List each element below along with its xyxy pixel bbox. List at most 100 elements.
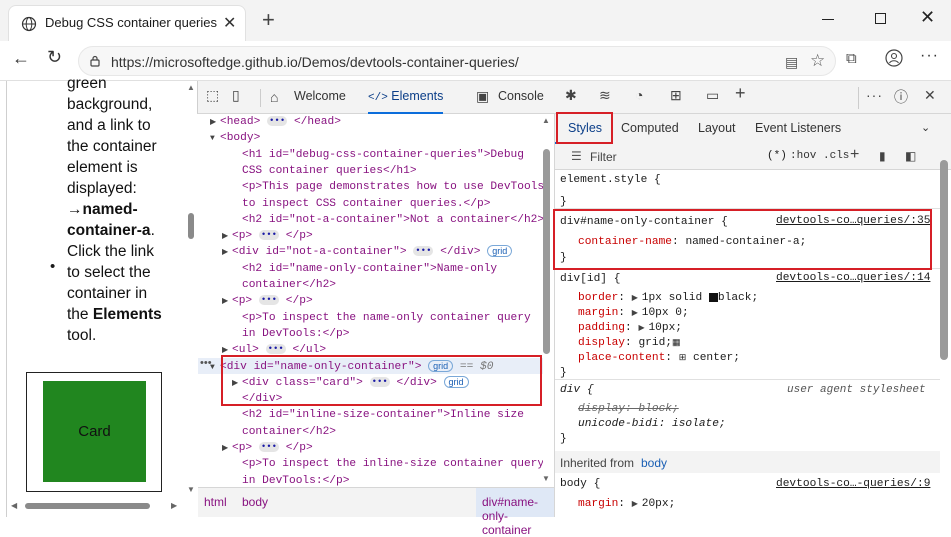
- prop-value[interactable]: 10px;: [648, 322, 682, 334]
- crumb-body[interactable]: body: [242, 495, 268, 509]
- collapsed-ellipsis-icon[interactable]: •••: [258, 442, 280, 453]
- tab-computed[interactable]: Computed: [621, 121, 679, 135]
- expand-triangle-icon[interactable]: ▶: [222, 245, 232, 261]
- grid-badge[interactable]: grid: [487, 245, 513, 258]
- dom-node-line[interactable]: in DevTools:</p>: [198, 473, 543, 487]
- styles-scrollbar[interactable]: [938, 160, 950, 510]
- chevron-down-icon[interactable]: ⌄: [921, 121, 930, 134]
- application-icon[interactable]: ▭: [706, 87, 719, 104]
- rule-selector[interactable]: div {: [560, 382, 594, 398]
- reload-icon[interactable]: ↻: [47, 47, 62, 68]
- dom-node-line[interactable]: ▶ <div id="not-a-container"> ••• </div> g…: [198, 244, 543, 260]
- profile-icon[interactable]: [885, 49, 903, 67]
- grid-editor-icon[interactable]: ▦: [672, 338, 681, 348]
- bug-icon[interactable]: ✱: [565, 87, 577, 104]
- expand-triangle-icon[interactable]: ▶: [210, 115, 220, 131]
- crumb-selected[interactable]: div#name-only-container: [476, 488, 554, 537]
- paint-icon[interactable]: ▮: [879, 149, 886, 163]
- prop-value[interactable]: 20px;: [642, 498, 676, 510]
- prop-value[interactable]: black;: [718, 292, 758, 304]
- flex-editor-icon[interactable]: ⊞: [679, 353, 687, 363]
- prop-name[interactable]: border: [578, 292, 618, 304]
- console-icon[interactable]: ▣: [476, 88, 489, 105]
- dom-node-line[interactable]: <p>To inspect the name-only container qu…: [198, 310, 543, 326]
- inspect-element-icon[interactable]: ⬚: [206, 87, 219, 104]
- prop-value[interactable]: 1px solid: [642, 292, 702, 304]
- browser-tab[interactable]: Debug CSS container queries ✕: [8, 5, 246, 41]
- expand-triangle-icon[interactable]: ▶: [222, 441, 232, 457]
- row-menu-icon[interactable]: •••: [200, 357, 212, 369]
- scroll-right-icon[interactable]: ▶: [171, 501, 177, 510]
- hov-cls-toggles[interactable]: :hov .cls: [790, 150, 849, 162]
- back-arrow-icon[interactable]: ←: [12, 48, 30, 69]
- dom-node-line[interactable]: CSS container queries</h1>: [198, 163, 543, 179]
- dom-node-line[interactable]: ▶ <p> ••• </p>: [198, 293, 543, 309]
- new-rule-icon[interactable]: +: [850, 146, 859, 164]
- dom-node-line[interactable]: in DevTools:</p>: [198, 326, 543, 342]
- elements-scrollbar[interactable]: ▲ ▼: [540, 114, 552, 487]
- scroll-up-icon[interactable]: ▲: [187, 83, 195, 92]
- dom-node-line[interactable]: <h2 id="not-a-container">Not a container…: [198, 212, 543, 228]
- dom-node-line[interactable]: <p>This page demonstrates how to use Dev…: [198, 179, 543, 195]
- dom-node-line[interactable]: container</h2>: [198, 277, 543, 293]
- maximize-icon[interactable]: [875, 13, 886, 24]
- tab-event-listeners[interactable]: Event Listeners: [755, 121, 841, 135]
- extensions-icon[interactable]: ⧉: [846, 50, 857, 67]
- color-swatch[interactable]: [708, 292, 718, 302]
- home-icon[interactable]: ⌂: [270, 89, 278, 105]
- help-icon[interactable]: ⓘ: [894, 87, 908, 107]
- dom-node-line[interactable]: <h1 id="debug-css-container-queries">Deb…: [198, 147, 543, 163]
- rule-selector[interactable]: div[id] {: [560, 271, 620, 287]
- scrollbar-thumb[interactable]: [940, 160, 948, 360]
- scroll-up-icon[interactable]: ▲: [542, 116, 550, 125]
- close-tab-icon[interactable]: ✕: [223, 13, 236, 33]
- overridden-prop[interactable]: display: block;: [578, 401, 679, 417]
- dom-node-line[interactable]: container</h2>: [198, 424, 543, 440]
- reader-view-icon[interactable]: ▤: [785, 54, 798, 71]
- crumb-html[interactable]: html: [204, 495, 227, 509]
- dom-node-line[interactable]: ▶ <p> ••• </p>: [198, 228, 543, 244]
- dom-node-line[interactable]: ▶ <p> ••• </p>: [198, 440, 543, 456]
- dom-node-line[interactable]: <h2 id="inline-size-container">Inline si…: [198, 407, 543, 423]
- tab-welcome[interactable]: Welcome: [294, 89, 346, 103]
- scrollbar-thumb[interactable]: [25, 503, 150, 509]
- collapse-triangle-icon[interactable]: ▼: [210, 131, 220, 147]
- rule-source-link[interactable]: devtools-co…queries/:14: [776, 272, 930, 284]
- tab-elements[interactable]: </> Elements: [368, 81, 444, 114]
- tab-layout[interactable]: Layout: [698, 121, 736, 135]
- favorite-star-icon[interactable]: ☆: [810, 51, 825, 71]
- collapsed-ellipsis-icon[interactable]: •••: [267, 116, 288, 127]
- dom-node-line[interactable]: ▶ <head> ••• </head>: [198, 114, 543, 130]
- prop-name[interactable]: place-content: [578, 352, 665, 364]
- page-vertical-scrollbar[interactable]: ▲ ▼: [185, 81, 197, 501]
- scrollbar-thumb[interactable]: [188, 213, 194, 239]
- window-close-icon[interactable]: ✕: [920, 7, 935, 28]
- container-link-name[interactable]: container-a: [67, 222, 151, 239]
- rule-source-link[interactable]: devtools-co…-queries/:9: [776, 478, 930, 490]
- collapsed-ellipsis-icon[interactable]: •••: [413, 246, 434, 257]
- sidebar-toggle-icon[interactable]: ◧: [905, 149, 916, 163]
- prop-value[interactable]: grid;: [638, 337, 672, 349]
- prop-name[interactable]: padding: [578, 322, 625, 334]
- prop-value[interactable]: 10px 0;: [642, 307, 689, 319]
- wifi-icon[interactable]: ≋: [599, 87, 611, 104]
- performance-icon[interactable]: ◔: [635, 87, 643, 103]
- customize-menu-icon[interactable]: ···: [866, 87, 883, 103]
- container-link[interactable]: →named-: [67, 199, 177, 220]
- collapsed-ellipsis-icon[interactable]: •••: [258, 295, 280, 306]
- collapsed-ellipsis-icon[interactable]: •••: [265, 344, 286, 355]
- dom-node-line[interactable]: to inspect CSS container queries.</p>: [198, 196, 543, 212]
- more-menu-icon[interactable]: ···: [920, 47, 939, 65]
- url-field[interactable]: https://microsoftedge.github.io/Demos/de…: [78, 46, 836, 76]
- color-scheme-icon[interactable]: (*): [767, 150, 787, 162]
- expand-triangle-icon[interactable]: ▶: [222, 294, 232, 310]
- lock-icon[interactable]: [89, 55, 101, 67]
- dom-node-line[interactable]: ▼ <body>: [198, 130, 543, 146]
- scroll-down-icon[interactable]: ▼: [187, 485, 195, 494]
- scroll-left-icon[interactable]: ◀: [11, 501, 17, 510]
- filter-input[interactable]: Filter: [590, 150, 617, 164]
- prop-value[interactable]: center;: [693, 352, 740, 364]
- scroll-down-icon[interactable]: ▼: [542, 474, 550, 483]
- expand-triangle-icon[interactable]: ▶: [222, 229, 232, 245]
- element-style-selector[interactable]: element.style {: [560, 172, 661, 188]
